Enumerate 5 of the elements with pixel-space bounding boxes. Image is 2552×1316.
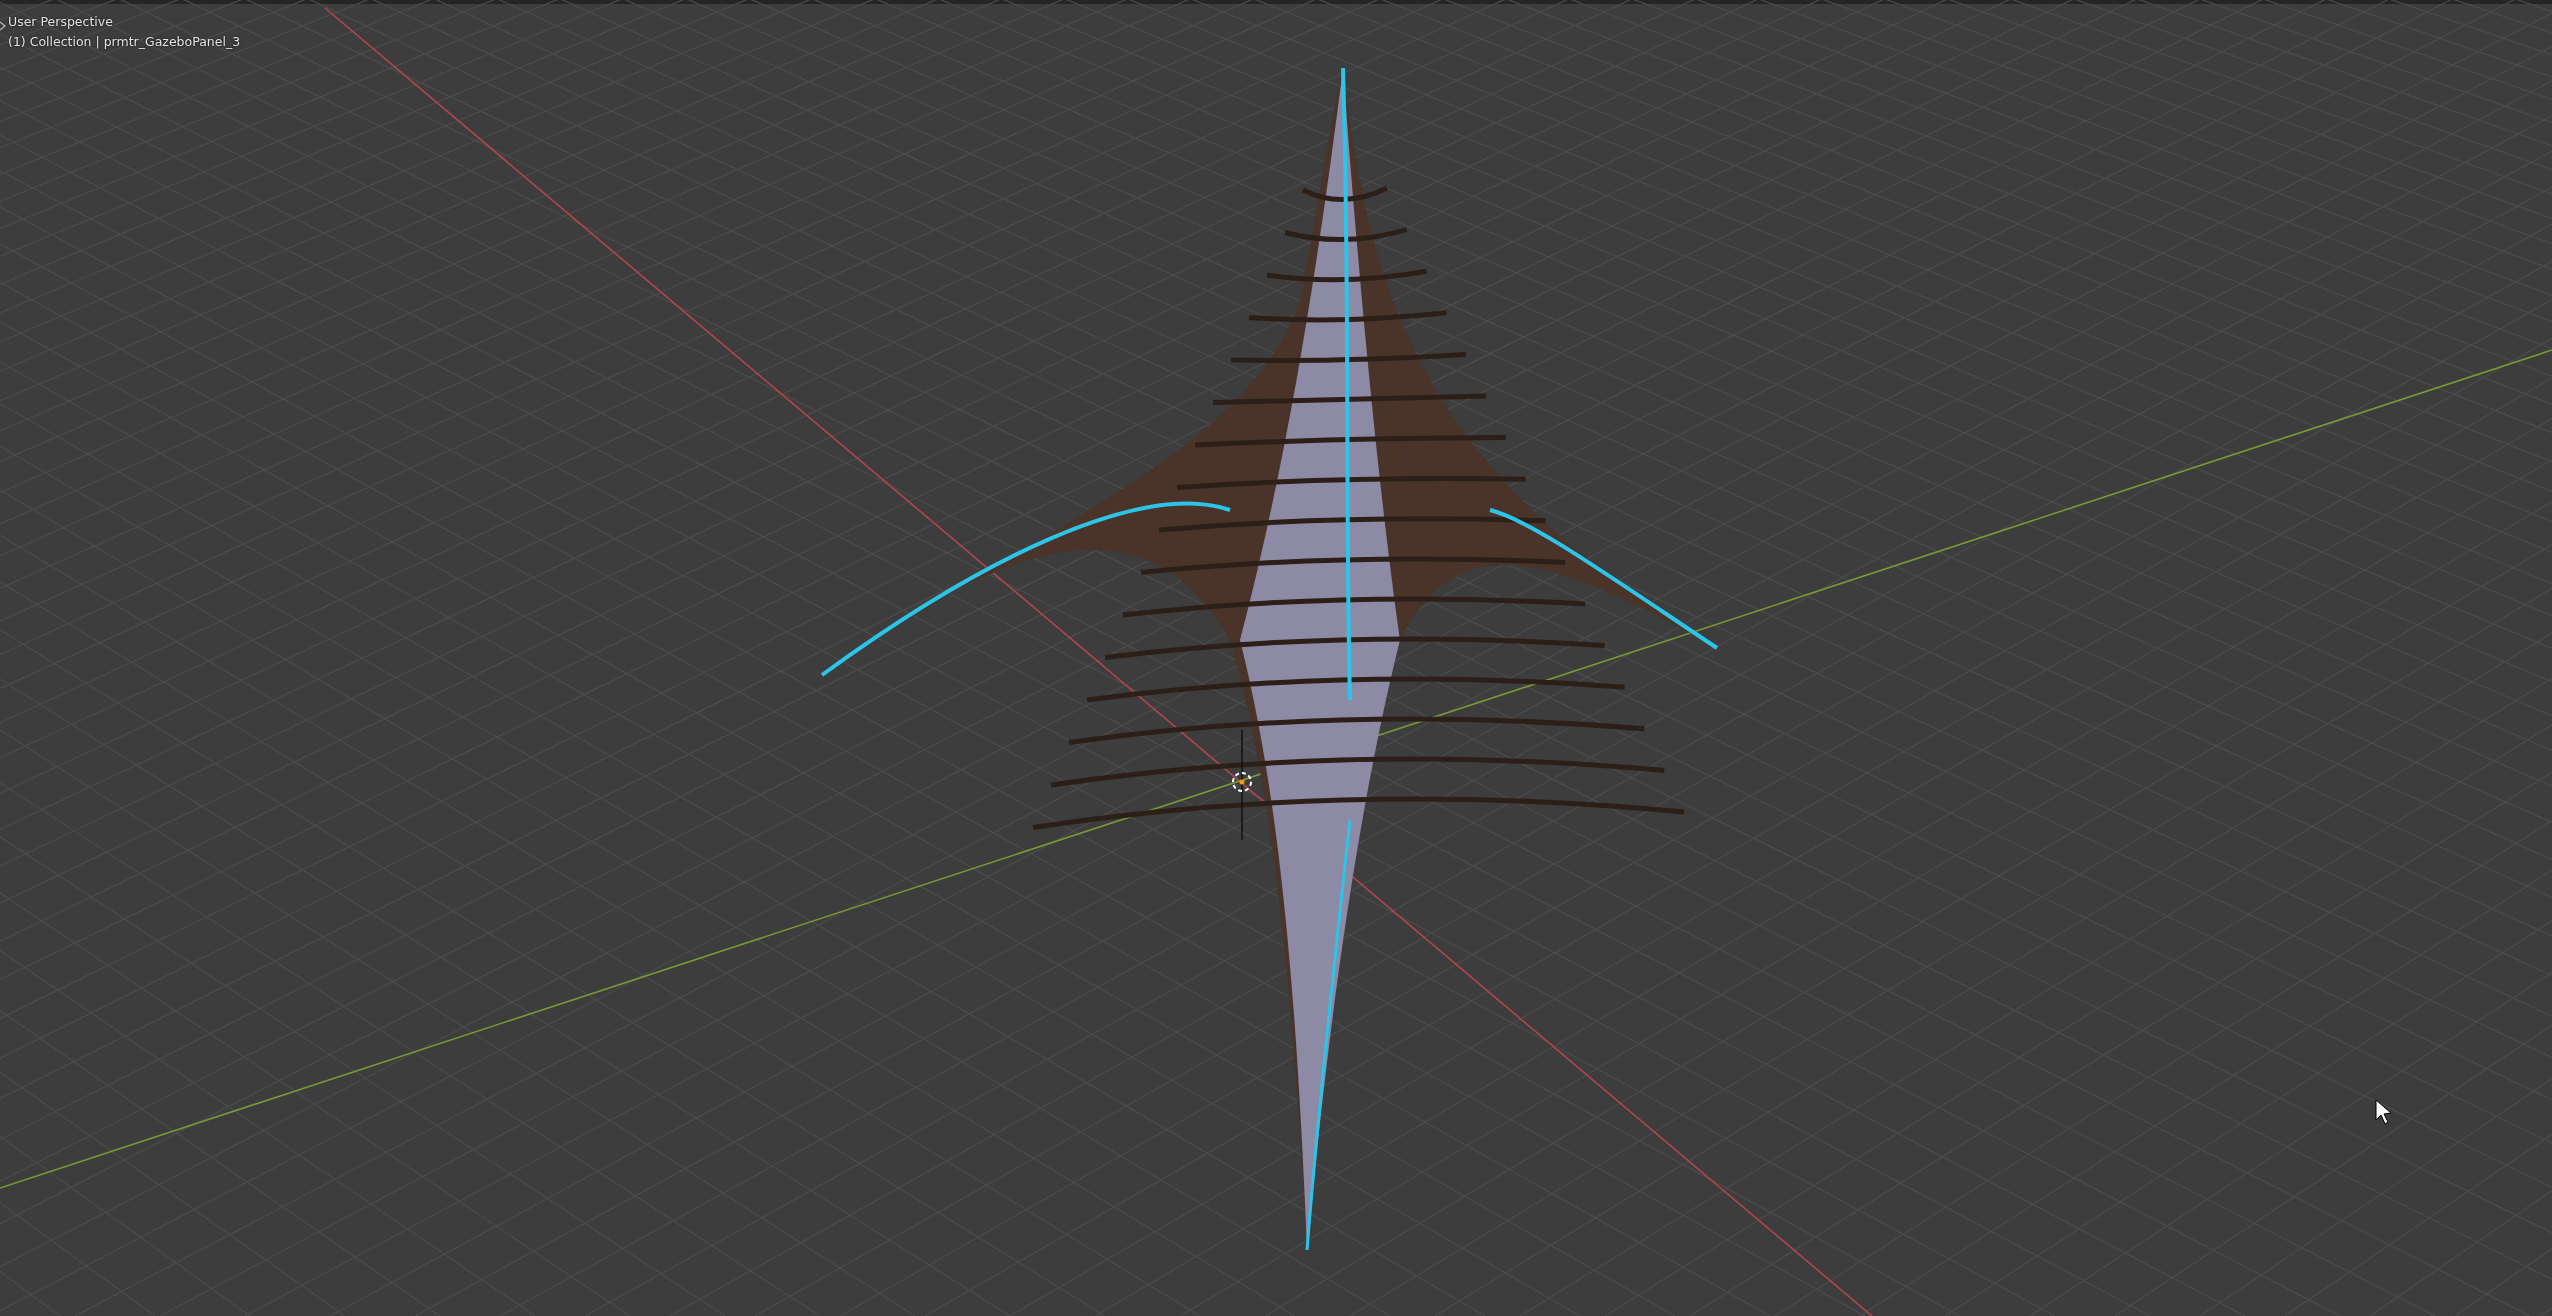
object-info: (1) Collection | prmtr_GazeboPanel_3	[8, 34, 241, 49]
mouse-pointer-icon	[2375, 1099, 2392, 1125]
3d-cursor-icon[interactable]	[1232, 729, 1252, 841]
chevron-icon[interactable]	[0, 21, 6, 31]
view-name: User Perspective	[8, 14, 114, 29]
